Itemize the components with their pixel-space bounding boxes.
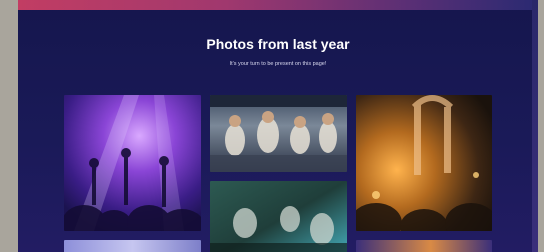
page-frame: Photos from last year It's your turn to … xyxy=(18,0,538,252)
gallery-photo-concert-crowd[interactable] xyxy=(64,95,201,231)
gallery-photo-crowd-closeup[interactable] xyxy=(210,181,347,252)
page-title: Photos from last year xyxy=(206,36,350,52)
gallery-photo-heart-hands[interactable] xyxy=(356,95,492,231)
gallery-photo-festival-crowd[interactable] xyxy=(210,95,347,172)
gallery-photo-stage-lights[interactable] xyxy=(64,240,201,252)
gallery-photo-warm-light[interactable] xyxy=(356,240,492,252)
accent-bar xyxy=(18,0,538,10)
page-subtitle: It's your turn to be present on this pag… xyxy=(229,61,327,67)
